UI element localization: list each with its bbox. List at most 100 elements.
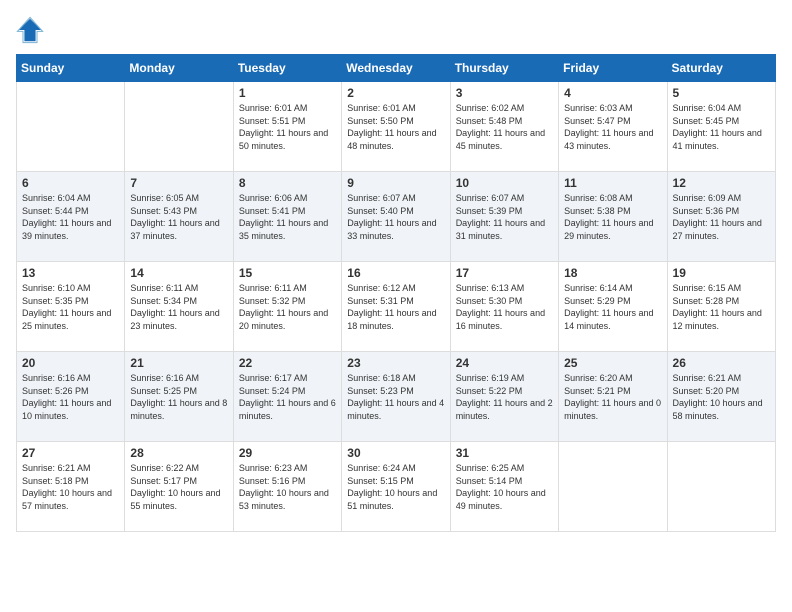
calendar-cell: 1 Sunrise: 6:01 AMSunset: 5:51 PMDaylight…: [233, 82, 341, 172]
weekday-header-thursday: Thursday: [450, 55, 558, 82]
week-row-1: 1 Sunrise: 6:01 AMSunset: 5:51 PMDaylight…: [17, 82, 776, 172]
calendar-cell: 17 Sunrise: 6:13 AMSunset: 5:30 PMDayligh…: [450, 262, 558, 352]
day-number: 28: [130, 446, 227, 460]
day-info: Sunrise: 6:12 AMSunset: 5:31 PMDaylight:…: [347, 282, 444, 332]
calendar-cell: 25Sunrise: 6:20 AMSunset: 5:21 PMDayligh…: [559, 352, 667, 442]
day-number: 4: [564, 86, 661, 100]
day-info: Sunrise: 6:01 AMSunset: 5:51 PMDaylight:…: [239, 102, 336, 152]
day-number: 27: [22, 446, 119, 460]
day-number: 7: [130, 176, 227, 190]
week-row-5: 27 Sunrise: 6:21 AMSunset: 5:18 PMDayligh…: [17, 442, 776, 532]
day-info: Sunrise: 6:17 AMSunset: 5:24 PMDaylight:…: [239, 372, 336, 422]
day-number: 9: [347, 176, 444, 190]
calendar-cell: 5 Sunrise: 6:04 AMSunset: 5:45 PMDaylight…: [667, 82, 775, 172]
header: [16, 16, 776, 44]
day-info: Sunrise: 6:10 AMSunset: 5:35 PMDaylight:…: [22, 282, 119, 332]
day-number: 2: [347, 86, 444, 100]
calendar-table: SundayMondayTuesdayWednesdayThursdayFrid…: [16, 54, 776, 532]
day-number: 24: [456, 356, 553, 370]
day-number: 6: [22, 176, 119, 190]
weekday-header-tuesday: Tuesday: [233, 55, 341, 82]
day-info: Sunrise: 6:09 AMSunset: 5:36 PMDaylight:…: [673, 192, 770, 242]
day-number: 14: [130, 266, 227, 280]
day-info: Sunrise: 6:19 AMSunset: 5:22 PMDaylight:…: [456, 372, 553, 422]
day-info: Sunrise: 6:16 AMSunset: 5:26 PMDaylight:…: [22, 372, 119, 422]
calendar-cell: 30 Sunrise: 6:24 AMSunset: 5:15 PMDayligh…: [342, 442, 450, 532]
calendar-cell: 21 Sunrise: 6:16 AMSunset: 5:25 PMDayligh…: [125, 352, 233, 442]
day-number: 22: [239, 356, 336, 370]
calendar-cell: 3Sunrise: 6:02 AMSunset: 5:48 PMDaylight…: [450, 82, 558, 172]
calendar-cell: 8Sunrise: 6:06 AMSunset: 5:41 PMDaylight…: [233, 172, 341, 262]
day-info: Sunrise: 6:24 AMSunset: 5:15 PMDaylight:…: [347, 462, 444, 512]
calendar-cell: 19 Sunrise: 6:15 AMSunset: 5:28 PMDayligh…: [667, 262, 775, 352]
calendar-cell: 12 Sunrise: 6:09 AMSunset: 5:36 PMDayligh…: [667, 172, 775, 262]
day-info: Sunrise: 6:03 AMSunset: 5:47 PMDaylight:…: [564, 102, 661, 152]
calendar-cell: 31 Sunrise: 6:25 AMSunset: 5:14 PMDayligh…: [450, 442, 558, 532]
calendar-cell: 2Sunrise: 6:01 AMSunset: 5:50 PMDaylight…: [342, 82, 450, 172]
day-number: 18: [564, 266, 661, 280]
day-info: Sunrise: 6:21 AMSunset: 5:20 PMDaylight:…: [673, 372, 770, 422]
calendar-cell: 15Sunrise: 6:11 AMSunset: 5:32 PMDayligh…: [233, 262, 341, 352]
logo-icon: [16, 16, 44, 44]
day-info: Sunrise: 6:04 AMSunset: 5:45 PMDaylight:…: [673, 102, 770, 152]
day-number: 30: [347, 446, 444, 460]
calendar-cell: 20 Sunrise: 6:16 AMSunset: 5:26 PMDayligh…: [17, 352, 125, 442]
day-number: 1: [239, 86, 336, 100]
weekday-header-row: SundayMondayTuesdayWednesdayThursdayFrid…: [17, 55, 776, 82]
day-info: Sunrise: 6:16 AMSunset: 5:25 PMDaylight:…: [130, 372, 227, 422]
day-number: 23: [347, 356, 444, 370]
day-info: Sunrise: 6:22 AMSunset: 5:17 PMDaylight:…: [130, 462, 227, 512]
day-info: Sunrise: 6:15 AMSunset: 5:28 PMDaylight:…: [673, 282, 770, 332]
calendar-cell: [667, 442, 775, 532]
day-number: 19: [673, 266, 770, 280]
day-number: 25: [564, 356, 661, 370]
calendar-cell: 23 Sunrise: 6:18 AMSunset: 5:23 PMDayligh…: [342, 352, 450, 442]
calendar-cell: [17, 82, 125, 172]
calendar-cell: 4 Sunrise: 6:03 AMSunset: 5:47 PMDaylight…: [559, 82, 667, 172]
calendar-cell: 11Sunrise: 6:08 AMSunset: 5:38 PMDayligh…: [559, 172, 667, 262]
weekday-header-sunday: Sunday: [17, 55, 125, 82]
week-row-4: 20 Sunrise: 6:16 AMSunset: 5:26 PMDayligh…: [17, 352, 776, 442]
weekday-header-saturday: Saturday: [667, 55, 775, 82]
day-number: 26: [673, 356, 770, 370]
day-info: Sunrise: 6:25 AMSunset: 5:14 PMDaylight:…: [456, 462, 553, 512]
day-info: Sunrise: 6:14 AMSunset: 5:29 PMDaylight:…: [564, 282, 661, 332]
logo: [16, 16, 48, 44]
calendar-cell: 24 Sunrise: 6:19 AMSunset: 5:22 PMDayligh…: [450, 352, 558, 442]
day-number: 11: [564, 176, 661, 190]
calendar-cell: 14 Sunrise: 6:11 AMSunset: 5:34 PMDayligh…: [125, 262, 233, 352]
day-number: 16: [347, 266, 444, 280]
calendar-cell: 10Sunrise: 6:07 AMSunset: 5:39 PMDayligh…: [450, 172, 558, 262]
day-info: Sunrise: 6:07 AMSunset: 5:40 PMDaylight:…: [347, 192, 444, 242]
day-number: 5: [673, 86, 770, 100]
day-info: Sunrise: 6:21 AMSunset: 5:18 PMDaylight:…: [22, 462, 119, 512]
day-number: 21: [130, 356, 227, 370]
calendar-cell: 7 Sunrise: 6:05 AMSunset: 5:43 PMDaylight…: [125, 172, 233, 262]
day-info: Sunrise: 6:05 AMSunset: 5:43 PMDaylight:…: [130, 192, 227, 242]
calendar-cell: 6Sunrise: 6:04 AMSunset: 5:44 PMDaylight…: [17, 172, 125, 262]
calendar-cell: 28 Sunrise: 6:22 AMSunset: 5:17 PMDayligh…: [125, 442, 233, 532]
calendar-cell: 13Sunrise: 6:10 AMSunset: 5:35 PMDayligh…: [17, 262, 125, 352]
day-info: Sunrise: 6:11 AMSunset: 5:32 PMDaylight:…: [239, 282, 336, 332]
day-number: 17: [456, 266, 553, 280]
weekday-header-friday: Friday: [559, 55, 667, 82]
calendar-cell: 16 Sunrise: 6:12 AMSunset: 5:31 PMDayligh…: [342, 262, 450, 352]
calendar-cell: 22 Sunrise: 6:17 AMSunset: 5:24 PMDayligh…: [233, 352, 341, 442]
week-row-3: 13Sunrise: 6:10 AMSunset: 5:35 PMDayligh…: [17, 262, 776, 352]
calendar-cell: 26 Sunrise: 6:21 AMSunset: 5:20 PMDayligh…: [667, 352, 775, 442]
day-number: 8: [239, 176, 336, 190]
day-info: Sunrise: 6:11 AMSunset: 5:34 PMDaylight:…: [130, 282, 227, 332]
day-number: 20: [22, 356, 119, 370]
calendar-cell: 27 Sunrise: 6:21 AMSunset: 5:18 PMDayligh…: [17, 442, 125, 532]
calendar-cell: [125, 82, 233, 172]
calendar-cell: [559, 442, 667, 532]
calendar-cell: 9 Sunrise: 6:07 AMSunset: 5:40 PMDaylight…: [342, 172, 450, 262]
day-number: 3: [456, 86, 553, 100]
week-row-2: 6Sunrise: 6:04 AMSunset: 5:44 PMDaylight…: [17, 172, 776, 262]
calendar-cell: 29Sunrise: 6:23 AMSunset: 5:16 PMDayligh…: [233, 442, 341, 532]
day-number: 31: [456, 446, 553, 460]
day-info: Sunrise: 6:13 AMSunset: 5:30 PMDaylight:…: [456, 282, 553, 332]
day-info: Sunrise: 6:23 AMSunset: 5:16 PMDaylight:…: [239, 462, 336, 512]
day-info: Sunrise: 6:18 AMSunset: 5:23 PMDaylight:…: [347, 372, 444, 422]
day-number: 12: [673, 176, 770, 190]
